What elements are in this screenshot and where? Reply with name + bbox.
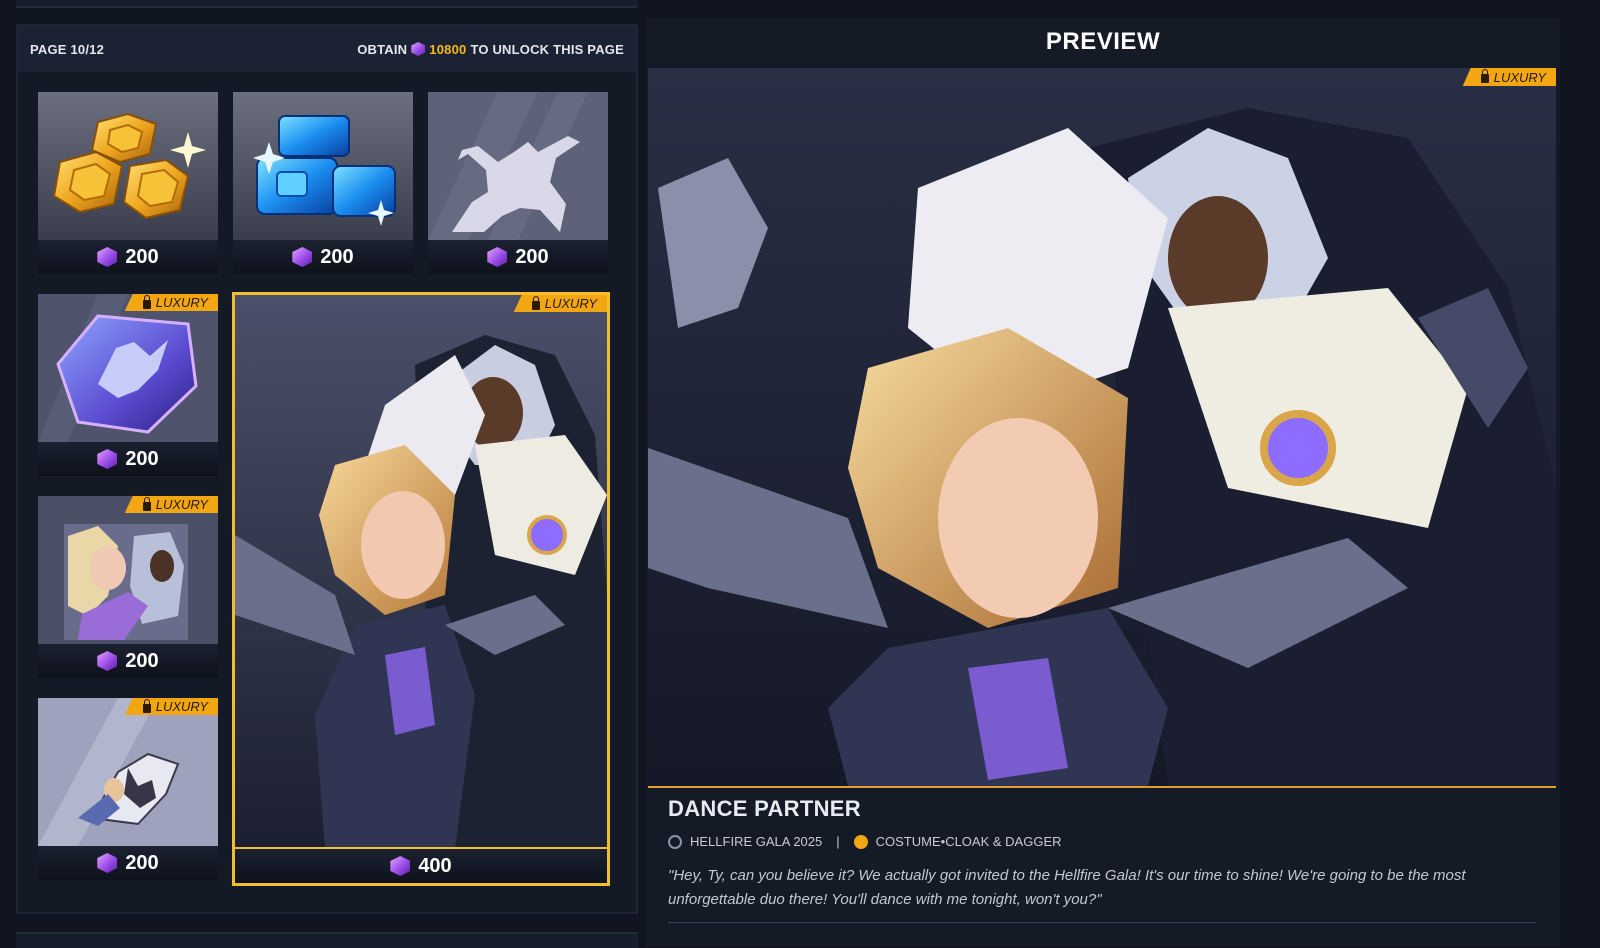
shop-page-header: PAGE 10/12 OBTAIN 10800 TO UNLOCK THIS P… — [18, 26, 636, 72]
shop-item-blue-units[interactable]: 200 — [233, 92, 413, 274]
lattice-currency-icon — [411, 42, 426, 56]
shop-item-dance-profile-icon[interactable]: LUXURY 200 — [38, 496, 218, 678]
event-icon — [668, 834, 682, 849]
lock-icon — [142, 698, 151, 713]
price-tag: 400 — [235, 847, 607, 883]
preview-artwork: LUXURY — [648, 68, 1556, 788]
price-tag: 200 — [38, 240, 218, 274]
price-tag: 200 — [38, 644, 218, 678]
item-name: DANCE PARTNER — [668, 796, 861, 821]
price-value: 200 — [125, 447, 159, 470]
event-name: HELLFIRE GALA 2025 — [690, 834, 823, 849]
costume-preview-art — [648, 68, 1556, 786]
luxury-label: LUXURY — [544, 296, 597, 311]
preview-panel: PREVIEW LUXURY DANCE PARTNER HELLFIRE GA… — [646, 18, 1560, 946]
page-indicator: PAGE 10/12 — [30, 41, 105, 57]
lattice-currency-icon — [97, 449, 118, 469]
luxury-label: LUXURY — [155, 497, 208, 512]
meta-separator: | — [836, 834, 840, 849]
price-value: 200 — [515, 245, 549, 268]
lattice-currency-icon — [292, 247, 313, 267]
blue-units-art — [233, 92, 413, 240]
costume-art — [235, 295, 607, 849]
item-description-quote: "Hey, Ty, can you believe it? We actuall… — [668, 867, 1466, 908]
shop-item-dance-spray[interactable]: LUXURY 200 — [38, 294, 218, 476]
luxury-badge: LUXURY — [1462, 68, 1556, 86]
luxury-badge: LUXURY — [513, 295, 607, 312]
preview-title: PREVIEW — [1045, 28, 1161, 55]
unlock-prefix: OBTAIN — [357, 41, 408, 57]
lock-icon — [531, 295, 540, 310]
price-tag: 200 — [38, 846, 218, 880]
luxury-label: LUXURY — [1493, 69, 1546, 85]
lattice-currency-icon — [97, 247, 118, 267]
shop-item-dance-partner-costume[interactable]: LUXURY 400 — [232, 292, 610, 886]
luxury-label: LUXURY — [155, 699, 208, 714]
unlock-requirement: OBTAIN 10800 TO UNLOCK THIS PAGE — [357, 42, 624, 57]
lock-icon — [1480, 69, 1489, 83]
divider — [668, 922, 1536, 923]
price-value: 200 — [125, 649, 159, 672]
luxury-badge: LUXURY — [124, 496, 218, 513]
item-meta: HELLFIRE GALA 2025 | COSTUME•CLOAK & DAG… — [668, 834, 1062, 849]
costume-category: COSTUME•CLOAK & DAGGER — [875, 834, 1062, 849]
lattice-currency-icon — [390, 856, 411, 876]
gold-coins-art — [38, 92, 218, 240]
unlock-amount: 10800 — [429, 41, 467, 57]
price-value: 400 — [418, 854, 452, 877]
price-value: 200 — [320, 245, 354, 268]
lattice-currency-icon — [487, 247, 508, 267]
profile-icon-art — [38, 496, 218, 644]
price-value: 200 — [125, 851, 159, 874]
unlock-suffix: TO UNLOCK THIS PAGE — [470, 41, 624, 57]
previous-section-strip — [16, 0, 638, 8]
price-tag: 200 — [233, 240, 413, 274]
luxury-badge: LUXURY — [124, 698, 218, 715]
dance-silhouette-art — [428, 92, 608, 240]
price-tag: 200 — [428, 240, 608, 274]
luxury-badge: LUXURY — [124, 294, 218, 311]
shop-item-gold-coins[interactable]: 200 — [38, 92, 218, 274]
lock-icon — [142, 294, 151, 309]
price-tag: 200 — [38, 442, 218, 476]
lattice-currency-icon — [97, 651, 118, 671]
lock-icon — [142, 496, 151, 511]
price-value: 200 — [125, 245, 159, 268]
shop-page-panel: PAGE 10/12 OBTAIN 10800 TO UNLOCK THIS P… — [16, 24, 638, 914]
emote-art — [38, 698, 218, 846]
lattice-currency-icon — [97, 853, 118, 873]
costume-category-icon — [853, 834, 868, 849]
luxury-label: LUXURY — [155, 295, 208, 310]
spray-art — [38, 294, 218, 442]
shop-item-dance-emote[interactable]: LUXURY 200 — [38, 698, 218, 880]
shop-item-dance-emote-silhouette[interactable]: 200 — [428, 92, 608, 274]
